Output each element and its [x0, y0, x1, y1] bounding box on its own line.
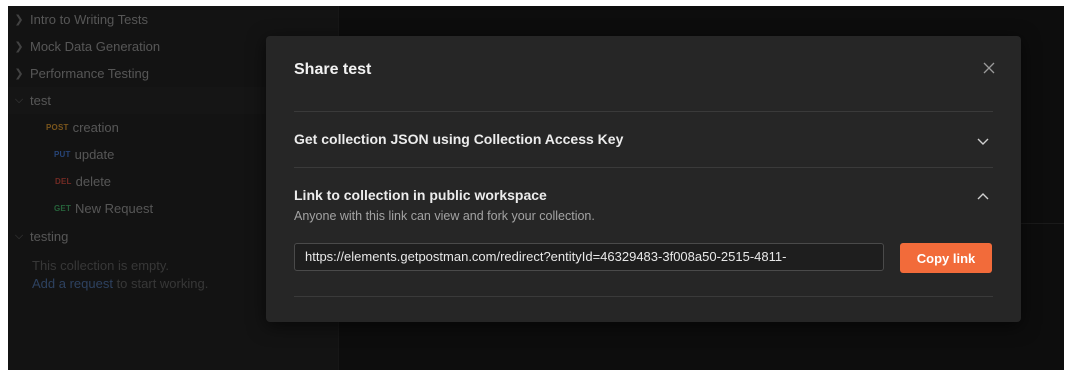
- section-access-key-toggle[interactable]: [973, 131, 993, 151]
- share-link-field[interactable]: https://elements.getpostman.com/redirect…: [294, 243, 884, 271]
- app-window: ❯ Intro to Writing Tests ❯ Mock Data Gen…: [8, 6, 1064, 370]
- section-public-link-title[interactable]: Link to collection in public workspace: [294, 187, 547, 203]
- section-access-key-title[interactable]: Get collection JSON using Collection Acc…: [294, 131, 623, 147]
- section-public-link-toggle[interactable]: [973, 187, 993, 207]
- chevron-down-icon: [977, 138, 989, 145]
- section-public-link-description: Anyone with this link can view and fork …: [294, 209, 595, 223]
- modal-title: Share test: [294, 61, 372, 78]
- chevron-up-icon: [977, 193, 989, 200]
- section-divider: [294, 111, 993, 112]
- section-divider: [294, 167, 993, 168]
- share-modal: Share test Get collection JSON using Col…: [266, 36, 1021, 322]
- close-button[interactable]: [979, 58, 999, 78]
- section-divider: [294, 296, 993, 297]
- copy-link-button[interactable]: Copy link: [900, 243, 992, 273]
- close-icon: [983, 62, 995, 74]
